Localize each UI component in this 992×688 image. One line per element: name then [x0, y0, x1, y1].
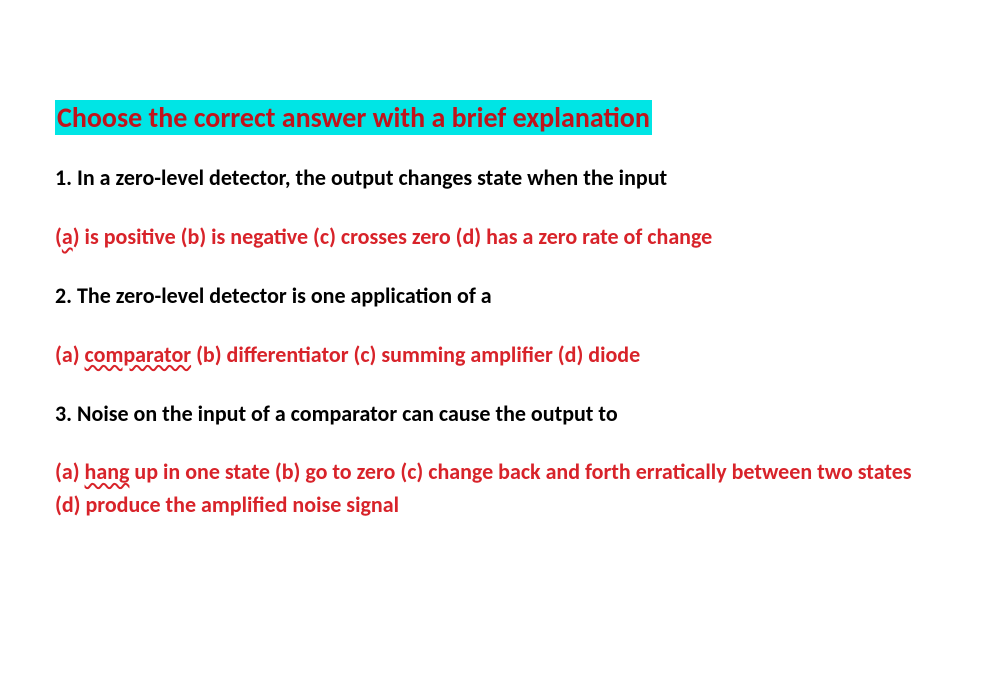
- question-2-options: (a) comparator (b) differentiator (c) su…: [55, 338, 937, 371]
- q1-opt-a-underlined: a: [62, 223, 73, 250]
- page-heading: Choose the correct answer with a brief e…: [55, 100, 652, 135]
- q3-opt-underlined: hang: [85, 458, 130, 485]
- q3-opt-prefix: (a): [55, 458, 85, 485]
- question-3: 3. Noise on the input of a comparator ca…: [55, 399, 937, 430]
- question-1-options: (a) is positive (b) is negative (c) cros…: [55, 220, 937, 253]
- q1-opt-rest: ) is positive (b) is negative (c) crosse…: [73, 223, 713, 250]
- question-2: 2. The zero-level detector is one applic…: [55, 281, 937, 312]
- q2-opt-underlined: comparator: [85, 341, 192, 368]
- q2-opt-rest: (b) differentiator (c) summing amplifier…: [191, 341, 640, 368]
- q3-opt-rest: up in one state (b) go to zero (c) chang…: [55, 458, 912, 518]
- question-3-options: (a) hang up in one state (b) go to zero …: [55, 455, 937, 521]
- q1-opt-prefix: (: [55, 223, 62, 250]
- question-1: 1. In a zero-level detector, the output …: [55, 163, 937, 194]
- q2-opt-prefix: (a): [55, 341, 85, 368]
